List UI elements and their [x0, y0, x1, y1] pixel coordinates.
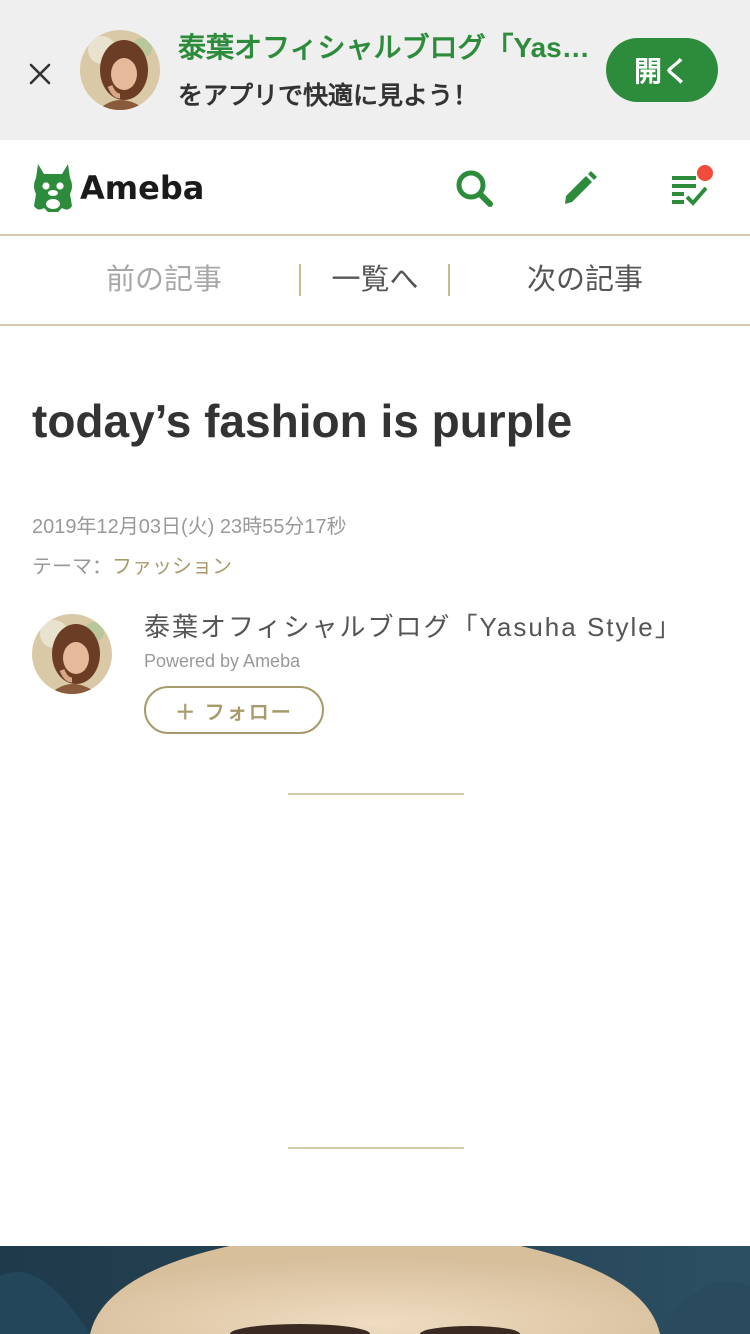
nav-separator — [448, 264, 450, 296]
article-theme: テーマ：ファッション — [32, 552, 232, 582]
ad-divider-top — [288, 793, 464, 795]
theme-label: テーマ： — [32, 556, 112, 578]
powered-by: Powered by Ameba — [144, 651, 301, 671]
article-title: today’s fashion is purple — [32, 395, 573, 447]
nav-separator — [299, 264, 301, 296]
next-article-link[interactable]: 次の記事 — [480, 236, 690, 324]
notification-badge — [697, 165, 713, 181]
author-avatar[interactable] — [32, 614, 112, 694]
close-icon[interactable] — [24, 58, 56, 90]
banner-title: 泰葉オフィシャルブログ「Yasuha Style」 — [178, 32, 590, 63]
banner-subtitle: をアプリで快適に見よう！ — [178, 82, 479, 110]
article-list-link[interactable]: 一覧へ — [302, 236, 448, 324]
follow-button[interactable]: ＋ フォロー — [144, 686, 324, 734]
logo-text: Ameba — [80, 169, 205, 207]
blog-name-link[interactable]: 泰葉オフィシャルブログ「Yasuha Style」 — [144, 610, 683, 644]
theme-link[interactable]: ファッション — [112, 556, 232, 578]
search-icon[interactable] — [454, 168, 494, 208]
article-photo[interactable] — [0, 1246, 750, 1334]
ad-divider-bottom — [288, 1147, 464, 1149]
ameba-mascot-icon — [34, 164, 72, 212]
pencil-icon[interactable] — [560, 168, 600, 208]
ameba-logo[interactable]: Ameba — [32, 162, 204, 214]
prev-article-link[interactable]: 前の記事 — [60, 236, 268, 324]
open-app-button[interactable]: 開く — [606, 38, 718, 102]
site-header: Ameba — [0, 140, 750, 236]
article-navigation: 前の記事 一覧へ 次の記事 — [0, 236, 750, 326]
blog-avatar — [80, 30, 160, 110]
ad-slot — [0, 820, 750, 1130]
article-date: 2019年12月03日(火) 23時55分17秒 — [32, 516, 347, 538]
app-download-banner: 泰葉オフィシャルブログ「Yasuha Style」 をアプリで快適に見よう！ 開… — [0, 0, 750, 140]
